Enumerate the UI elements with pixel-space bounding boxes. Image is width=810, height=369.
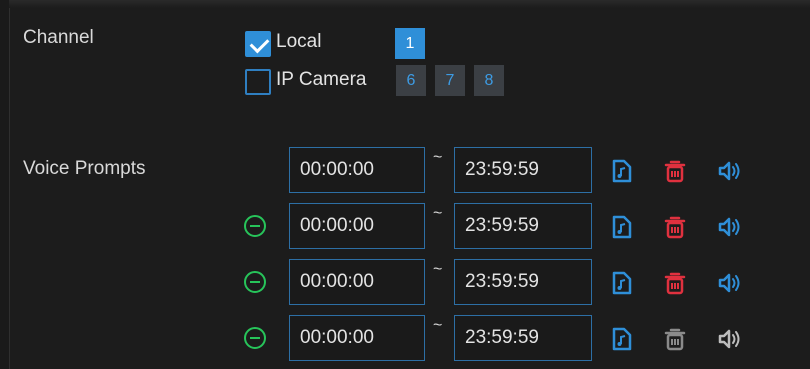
channel-chip-6[interactable]: 6 <box>396 65 426 96</box>
channel-label: Channel <box>23 27 94 48</box>
end-time-input[interactable]: 23:59:59 <box>454 203 592 249</box>
channel-chip-1[interactable]: 1 <box>395 28 425 59</box>
ip-camera-label: IP Camera <box>276 69 367 90</box>
voice-prompt-row: 00:00:00 ~ 23:59:59 <box>0 203 810 250</box>
voice-prompt-row: 00:00:00 ~ 23:59:59 <box>0 315 810 362</box>
file-audio-icon[interactable] <box>612 159 632 183</box>
trash-icon[interactable] <box>664 215 686 239</box>
start-time-input[interactable]: 00:00:00 <box>289 147 425 193</box>
remove-row-button[interactable] <box>244 271 266 293</box>
start-time-input[interactable]: 00:00:00 <box>289 315 425 361</box>
speaker-icon[interactable] <box>717 215 743 239</box>
range-separator: ~ <box>433 317 443 334</box>
range-separator: ~ <box>433 205 443 222</box>
trash-icon[interactable] <box>664 159 686 183</box>
remove-row-button[interactable] <box>244 215 266 237</box>
local-label: Local <box>276 31 322 52</box>
range-separator: ~ <box>433 149 443 166</box>
file-audio-icon[interactable] <box>612 271 632 295</box>
file-audio-icon[interactable] <box>612 327 632 351</box>
speaker-icon[interactable] <box>717 159 743 183</box>
top-divider <box>9 0 810 8</box>
trash-icon[interactable] <box>664 271 686 295</box>
ip-camera-checkbox[interactable] <box>245 69 271 95</box>
trash-icon <box>664 327 686 351</box>
channel-chip-7[interactable]: 7 <box>435 65 465 96</box>
channel-chip-8[interactable]: 8 <box>474 65 504 96</box>
end-time-input[interactable]: 23:59:59 <box>454 147 592 193</box>
start-time-input[interactable]: 00:00:00 <box>289 259 425 305</box>
range-separator: ~ <box>433 261 443 278</box>
voice-prompt-row: 00:00:00 ~ 23:59:59 <box>0 259 810 306</box>
end-time-input[interactable]: 23:59:59 <box>454 259 592 305</box>
file-audio-icon[interactable] <box>612 215 632 239</box>
remove-row-button[interactable] <box>244 327 266 349</box>
speaker-icon <box>717 327 743 351</box>
local-checkbox[interactable] <box>245 31 271 57</box>
end-time-input[interactable]: 23:59:59 <box>454 315 592 361</box>
speaker-icon[interactable] <box>717 271 743 295</box>
voice-prompt-row: 00:00:00 ~ 23:59:59 <box>0 147 810 194</box>
start-time-input[interactable]: 00:00:00 <box>289 203 425 249</box>
